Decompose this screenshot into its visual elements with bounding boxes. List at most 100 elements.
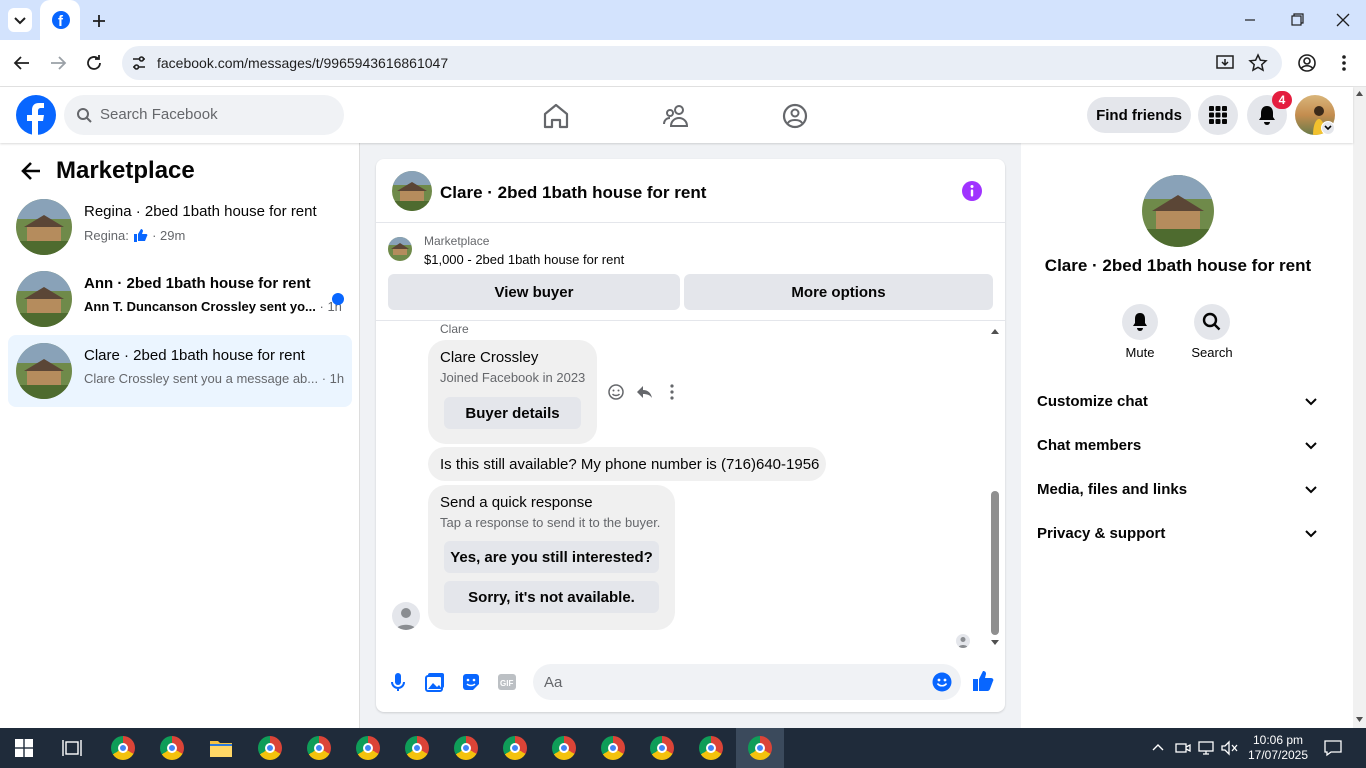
mute-button[interactable] <box>1122 304 1158 340</box>
voice-clip-button[interactable] <box>389 672 407 692</box>
bookmark-star-icon[interactable] <box>1248 53 1268 73</box>
media-files-links-section[interactable]: Media, files and links <box>1037 475 1319 503</box>
restore-button[interactable] <box>1287 12 1307 28</box>
reload-button[interactable] <box>84 53 104 73</box>
profile-button[interactable] <box>1297 53 1317 73</box>
back-button[interactable] <box>12 54 32 72</box>
chrome-icon <box>601 736 625 760</box>
tab-search-button[interactable] <box>8 8 32 32</box>
start-button[interactable] <box>0 728 48 768</box>
buyer-details-button[interactable]: Buyer details <box>444 397 581 429</box>
back-button[interactable] <box>20 161 42 181</box>
chevron-down-icon <box>1324 125 1332 131</box>
forward-button[interactable] <box>48 54 68 72</box>
grid-menu-icon <box>1209 106 1227 124</box>
gif-button[interactable]: GIF <box>497 672 517 692</box>
listing-photo[interactable] <box>1142 175 1214 247</box>
address-bar[interactable]: facebook.com/messages/t/9965943616861047 <box>122 46 1282 80</box>
page-scrollbar[interactable] <box>1353 87 1366 728</box>
meet-now-icon[interactable] <box>1175 740 1191 756</box>
taskbar-chrome-6[interactable] <box>393 728 441 768</box>
taskbar-chrome-2[interactable] <box>148 728 196 768</box>
listing-description[interactable]: $1,000 - 2bed 1bath house for rent <box>424 252 624 267</box>
search-conversation-button[interactable] <box>1194 304 1230 340</box>
taskbar-chrome-3[interactable] <box>246 728 294 768</box>
browser-menu-button[interactable] <box>1334 53 1354 73</box>
taskbar-chrome-9[interactable] <box>540 728 588 768</box>
network-icon[interactable] <box>1198 740 1216 756</box>
quick-response-yes[interactable]: Yes, are you still interested? <box>444 541 659 573</box>
attach-media-button[interactable] <box>425 672 445 692</box>
site-settings-icon[interactable] <box>130 54 148 72</box>
conversation-title[interactable]: Clare · 2bed 1bath house for rent <box>440 183 706 203</box>
listing-thumbnail[interactable] <box>392 171 432 211</box>
view-buyer-button[interactable]: View buyer <box>388 274 680 310</box>
nav-friends[interactable] <box>662 103 690 129</box>
message-more-button[interactable] <box>663 383 681 401</box>
gif-icon: GIF <box>498 674 516 690</box>
show-hidden-icons-button[interactable] <box>1150 740 1166 756</box>
gallery-icon <box>425 673 444 692</box>
listing-thumbnail <box>16 271 72 327</box>
panel-title: Marketplace <box>56 157 195 184</box>
close-window-button[interactable] <box>1333 12 1353 28</box>
arrow-left-icon <box>13 56 29 70</box>
taskbar-chrome-8[interactable] <box>491 728 539 768</box>
buyer-name: Clare Crossley <box>440 349 539 366</box>
reply-button[interactable] <box>635 383 653 401</box>
chevron-down-icon <box>1305 442 1317 450</box>
privacy-support-section[interactable]: Privacy & support <box>1037 519 1319 547</box>
taskbar-chrome-12[interactable] <box>687 728 735 768</box>
arrow-left-icon <box>21 162 40 180</box>
minimize-icon <box>1245 19 1255 21</box>
taskbar-chrome-5[interactable] <box>344 728 392 768</box>
taskbar-chrome-7[interactable] <box>442 728 490 768</box>
taskbar-file-explorer[interactable] <box>197 728 245 768</box>
active-tab[interactable]: f <box>40 0 80 40</box>
thread-item[interactable]: Ann · 2bed 1bath house for rent Ann T. D… <box>8 263 352 335</box>
clock[interactable]: 10:06 pm 17/07/2025 <box>1244 733 1312 763</box>
sticker-button[interactable] <box>461 672 481 692</box>
thumbs-up-icon <box>134 229 148 242</box>
task-view-button[interactable] <box>48 728 96 768</box>
message-bubble: Is this still available? My phone number… <box>428 447 826 481</box>
taskbar-chrome-1[interactable] <box>99 728 147 768</box>
thread-item[interactable]: Clare · 2bed 1bath house for rent Clare … <box>8 335 352 407</box>
taskbar-chrome-11[interactable] <box>638 728 686 768</box>
chat-members-section[interactable]: Chat members <box>1037 431 1319 459</box>
install-app-icon[interactable] <box>1215 54 1235 72</box>
message-scrollbar[interactable] <box>989 325 1001 649</box>
facebook-logo[interactable] <box>16 95 56 135</box>
new-tab-button[interactable] <box>88 10 110 32</box>
sender-avatar[interactable] <box>392 602 420 630</box>
browser-tab-bar: f <box>0 0 1366 40</box>
account-menu-button[interactable] <box>1321 121 1335 135</box>
chrome-icon <box>356 736 380 760</box>
menu-button[interactable] <box>1198 95 1238 135</box>
nav-groups[interactable] <box>781 102 809 130</box>
taskbar-chrome-10[interactable] <box>589 728 637 768</box>
volume-muted-icon[interactable] <box>1221 740 1239 756</box>
info-button[interactable] <box>962 181 982 201</box>
more-options-button[interactable]: More options <box>684 274 993 310</box>
react-button[interactable] <box>607 383 625 401</box>
send-like-button[interactable] <box>972 670 994 692</box>
quick-response-sorry[interactable]: Sorry, it's not available. <box>444 581 659 613</box>
thread-title: Regina · 2bed 1bath house for rent <box>84 203 317 220</box>
search-input[interactable]: Search Facebook <box>64 95 344 135</box>
taskbar-chrome-4[interactable] <box>295 728 343 768</box>
chevron-up-icon <box>1152 744 1164 751</box>
nav-home[interactable] <box>542 103 570 129</box>
taskbar-chrome-active[interactable] <box>736 728 784 768</box>
minimize-button[interactable] <box>1240 12 1260 28</box>
facebook-favicon-icon: f <box>52 11 70 29</box>
message-input[interactable]: Aa <box>533 664 961 700</box>
notification-center-button[interactable] <box>1324 739 1342 757</box>
emoji-button[interactable] <box>932 672 952 692</box>
chrome-icon <box>503 736 527 760</box>
find-friends-button[interactable]: Find friends <box>1087 97 1191 133</box>
chrome-icon <box>258 736 282 760</box>
thread-item[interactable]: Regina · 2bed 1bath house for rent Regin… <box>8 191 352 263</box>
scrollbar-thumb[interactable] <box>991 491 999 635</box>
customize-chat-section[interactable]: Customize chat <box>1037 387 1319 415</box>
